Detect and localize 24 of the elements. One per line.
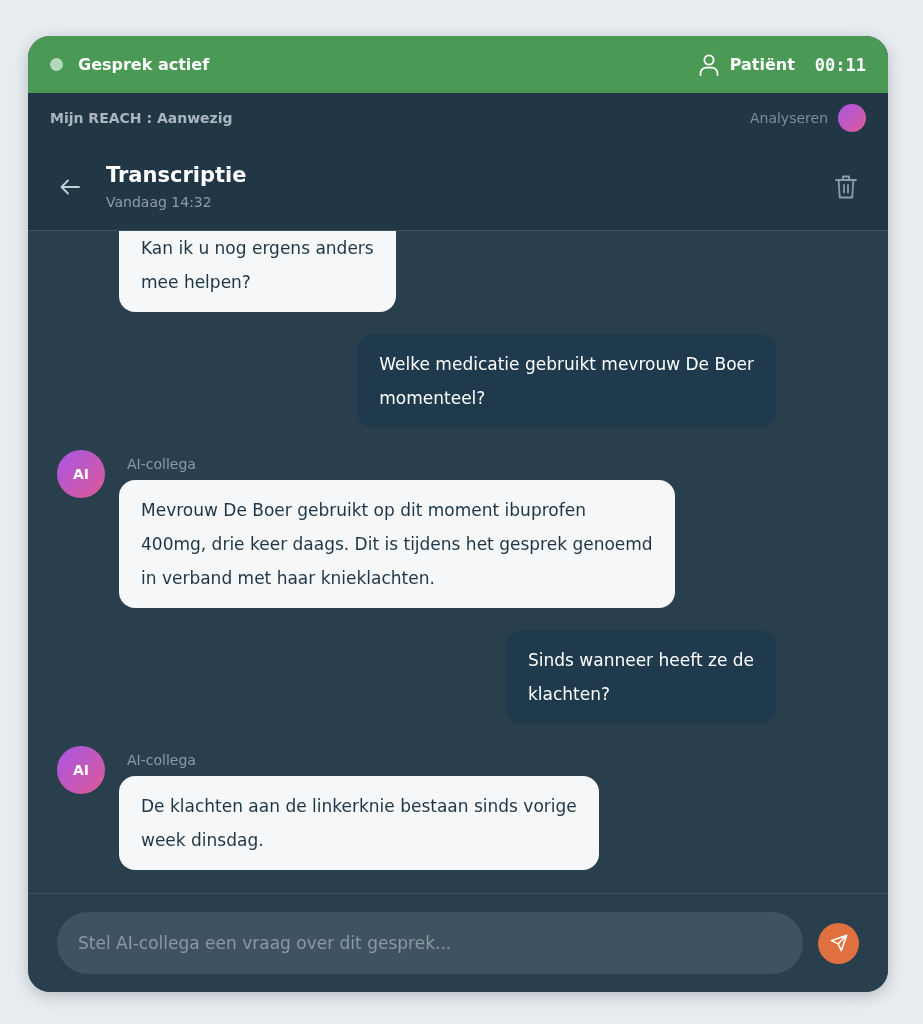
activity-label: Analyseren	[749, 110, 828, 126]
presence-status: Mijn REACH : Aanwezig	[50, 110, 233, 126]
back-arrow-icon[interactable]	[60, 178, 80, 195]
sender-name: AI-collega	[127, 455, 196, 474]
user-message: Sinds wanneer heeft ze de klachten?	[506, 630, 776, 724]
person-icon	[698, 53, 719, 76]
header-title: Transcriptie	[106, 162, 247, 189]
user-message: Welke medicatie gebruikt mevrouw De Boer momenteel?	[357, 334, 776, 428]
assistant-avatar: AI	[57, 450, 105, 498]
send-icon	[829, 934, 848, 952]
participant-role: Patiënt	[729, 55, 795, 74]
sender-name: AI-collega	[127, 751, 196, 770]
assistant-message: De klachten aan de linkerknie bestaan sinds vorige week dinsdag.	[119, 776, 599, 870]
send-button[interactable]	[818, 922, 859, 964]
assistant-message: Mevrouw De Boer gebruikt op dit moment ibuprofen 400mg, drie keer daags. Dit is tijdens het gesprek genoemd in verband met haar knieklachten.	[119, 480, 675, 608]
question-input[interactable]: Stel AI-collega een vraag over dit gesprek...	[57, 912, 803, 974]
gradient-orb-icon	[838, 104, 866, 132]
call-timer: 00:11	[814, 54, 866, 75]
assistant-avatar: AI	[57, 746, 105, 794]
header-subtitle: Vandaag 14:32	[106, 193, 212, 212]
call-status: Gesprek actief	[78, 55, 210, 74]
assistant-message: Kan ik u nog ergens anders mee helpen?	[119, 231, 396, 312]
trash-icon[interactable]	[835, 174, 857, 199]
status-dot-icon	[50, 58, 63, 71]
